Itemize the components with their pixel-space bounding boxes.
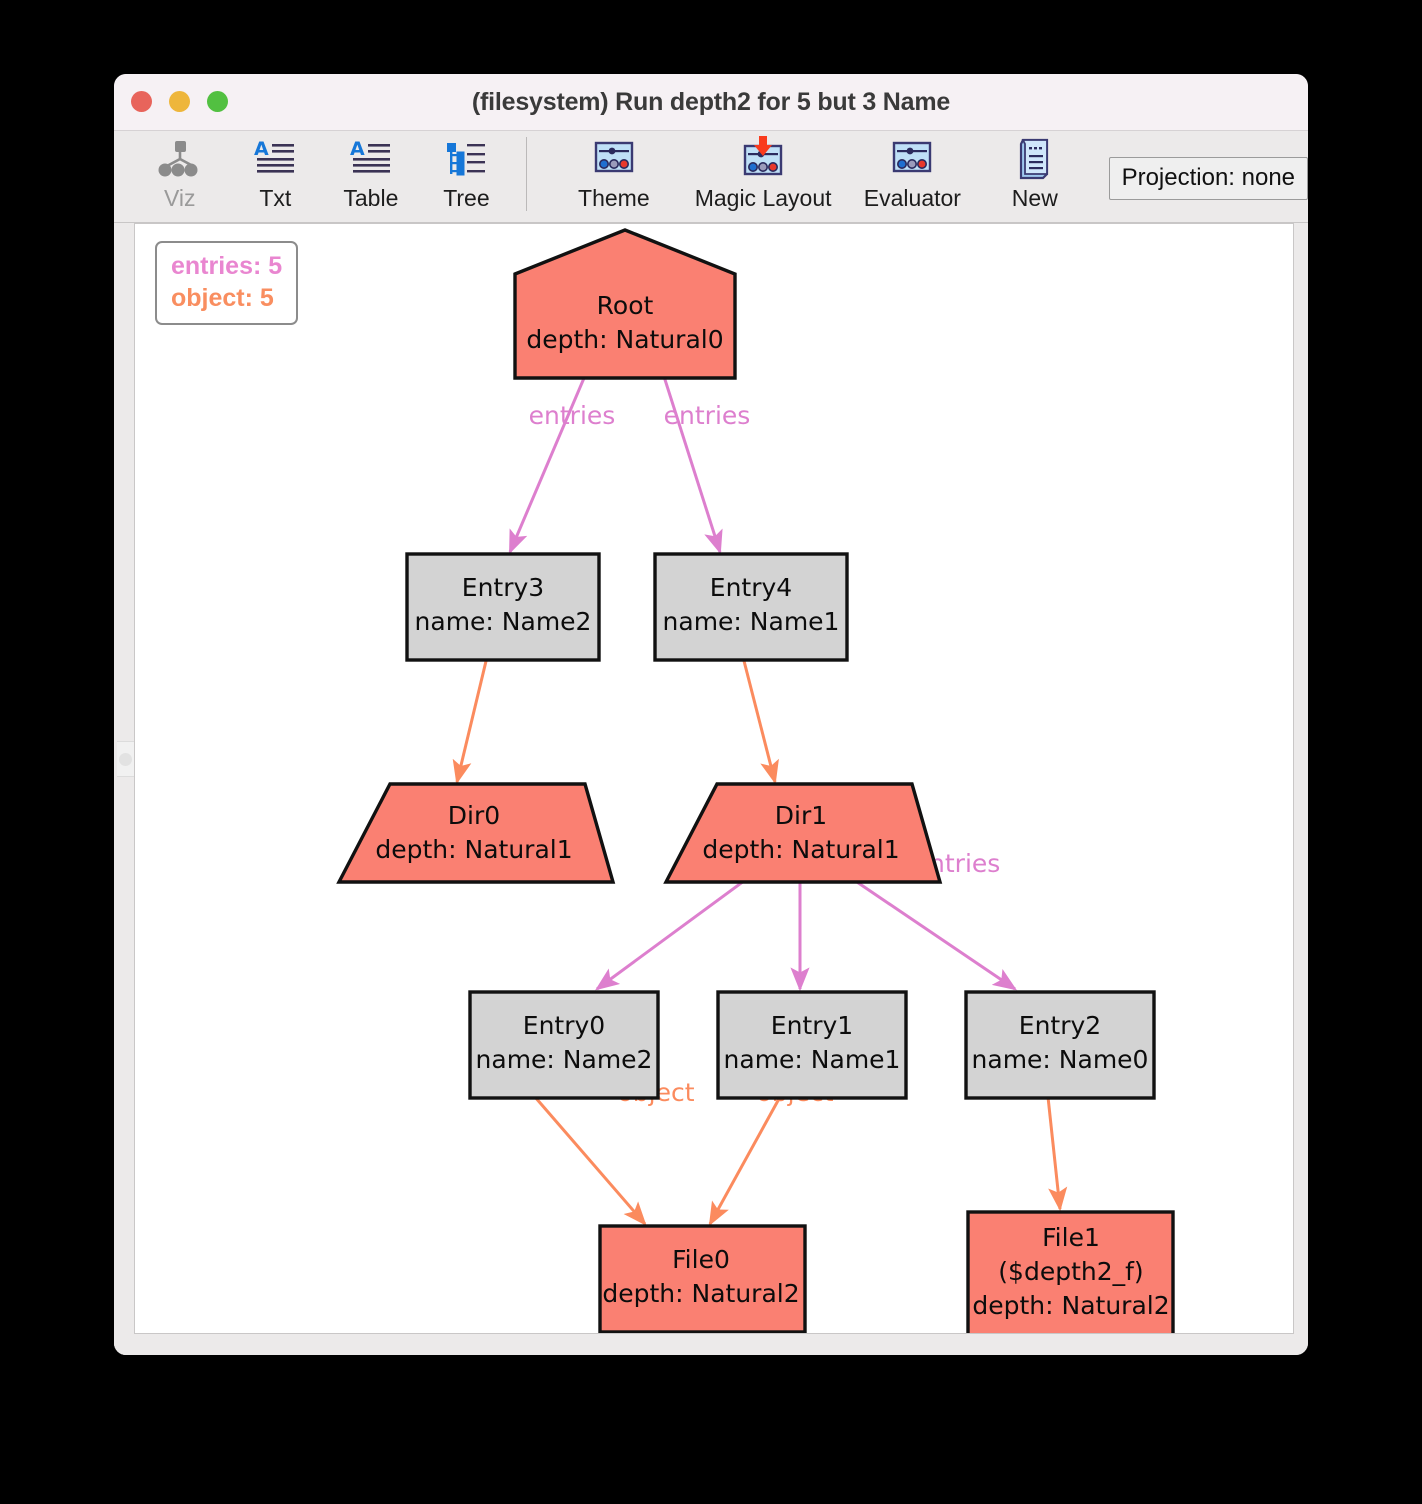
toolbar-label-new: New xyxy=(1011,185,1058,211)
toolbar-button-new[interactable]: New xyxy=(987,135,1083,212)
entry0-node-line-0: Entry0 xyxy=(523,1011,605,1040)
graph-node-file0[interactable]: File0 depth: Natural2 xyxy=(598,1224,807,1333)
svg-text:A: A xyxy=(254,139,269,160)
entry4-node-line-0: Entry4 xyxy=(710,573,792,602)
application-window: (filesystem) Run depth2 for 5 but 3 Name… xyxy=(114,74,1308,1355)
dir0-node-shape xyxy=(336,782,616,884)
edge-entry0-file0[interactable] xyxy=(533,1096,647,1226)
tree-icon xyxy=(444,135,488,183)
edge-label-root-entry4: entries xyxy=(664,401,751,430)
file0-node-line-1: depth: Natural2 xyxy=(602,1279,799,1308)
projection-selector[interactable]: Projection: none xyxy=(1108,157,1308,200)
edge-root-entry4[interactable] xyxy=(658,363,723,555)
magic-layout-icon xyxy=(739,135,787,183)
edge-dir1-entry2[interactable] xyxy=(850,876,1017,991)
toolbar-button-magic-layout[interactable]: Magic Layout xyxy=(688,135,837,212)
graph-node-file1[interactable]: File1 ($depth2_f) depth: Natural2 xyxy=(966,1210,1175,1334)
screen: (filesystem) Run depth2 for 5 but 3 Name… xyxy=(0,0,1422,1504)
entry2-node-line-1: name: Name0 xyxy=(972,1045,1149,1074)
toolbar-label-tree: Tree xyxy=(443,185,490,211)
toolbar-button-txt[interactable]: A Txt xyxy=(228,135,324,212)
graph-svg: entries entries object object entries en… xyxy=(336,228,1175,1334)
toolbar-label-table: Table xyxy=(343,185,399,211)
toolbar-button-evaluator[interactable]: Evaluator xyxy=(838,135,987,212)
split-pane-rail xyxy=(114,223,134,1355)
file1-node-line-2: depth: Natural2 xyxy=(972,1291,1169,1320)
file0-node-line-0: File0 xyxy=(672,1245,730,1274)
dir1-node-line-1: depth: Natural1 xyxy=(702,835,899,864)
table-icon: A xyxy=(349,135,393,183)
file1-node-line-0: File1 xyxy=(1042,1223,1100,1252)
edge-entry1-file0[interactable] xyxy=(708,1096,782,1227)
toolbar-separator xyxy=(526,137,528,211)
graph-node-entry4[interactable]: Entry4 name: Name1 xyxy=(653,552,849,662)
graph-node-entry1[interactable]: Entry1 name: Name1 xyxy=(716,990,908,1100)
dir1-node-line-0: Dir1 xyxy=(775,801,827,830)
toolbar-label-theme: Theme xyxy=(578,185,650,211)
graph-node-dir1[interactable]: Dir1 depth: Natural1 xyxy=(663,782,943,884)
root-node-line-1: depth: Natural0 xyxy=(526,325,723,354)
evaluator-icon xyxy=(888,135,936,183)
graph-node-dir0[interactable]: Dir0 depth: Natural1 xyxy=(336,782,616,884)
graph-node-entry2[interactable]: Entry2 name: Name0 xyxy=(964,990,1156,1100)
edge-entry3-dir0[interactable] xyxy=(452,656,489,785)
edge-label-root-entry3: entries xyxy=(529,401,616,430)
new-document-icon xyxy=(1013,135,1057,183)
graph-node-entry0[interactable]: Entry0 name: Name2 xyxy=(468,990,660,1100)
toolbar-button-theme[interactable]: Theme xyxy=(539,135,688,212)
entry1-node-line-0: Entry1 xyxy=(771,1011,853,1040)
window-title: (filesystem) Run depth2 for 5 but 3 Name xyxy=(471,88,951,116)
split-pane-handle-dot xyxy=(119,752,132,766)
theme-icon xyxy=(590,135,638,183)
content-area: entries: 5 object: 5 entries entries ent… xyxy=(114,223,1308,1355)
entry2-node-line-0: Entry2 xyxy=(1019,1011,1101,1040)
viz-icon xyxy=(158,135,202,183)
toolbar-label-magic-layout: Magic Layout xyxy=(694,185,832,211)
title-bar: (filesystem) Run depth2 for 5 but 3 Name xyxy=(114,74,1308,131)
edge-dir1-entry0[interactable] xyxy=(595,876,749,991)
toolbar-label-viz: Viz xyxy=(164,185,196,211)
toolbar-button-tree[interactable]: Tree xyxy=(419,135,515,212)
text-icon: A xyxy=(253,135,297,183)
toolbar: Viz A Txt A Table Tree Theme Magic Layou… xyxy=(114,131,1308,223)
toolbar-button-table[interactable]: A Table xyxy=(323,135,419,212)
edge-root-entry3[interactable] xyxy=(508,363,592,555)
dir1-node-shape xyxy=(663,782,943,884)
split-pane-handle[interactable] xyxy=(117,741,134,777)
toolbar-label-txt: Txt xyxy=(259,185,292,211)
graph-canvas[interactable]: entries: 5 object: 5 entries entries ent… xyxy=(134,223,1294,1334)
entry4-node-line-1: name: Name1 xyxy=(663,607,840,636)
toolbar-label-evaluator: Evaluator xyxy=(863,185,961,211)
graph-node-entry3[interactable]: Entry3 name: Name2 xyxy=(405,552,601,662)
dir0-node-line-0: Dir0 xyxy=(448,801,500,830)
dir0-node-line-1: depth: Natural1 xyxy=(375,835,572,864)
edge-entry4-dir1[interactable] xyxy=(741,656,779,785)
entry3-node-line-0: Entry3 xyxy=(462,573,544,602)
svg-text:A: A xyxy=(350,139,365,160)
file1-node-line-1: ($depth2_f) xyxy=(998,1257,1143,1286)
edge-entry2-file1[interactable] xyxy=(1046,1096,1068,1212)
entry0-node-line-1: name: Name2 xyxy=(476,1045,653,1074)
graph-node-root[interactable]: Root depth: Natural0 xyxy=(513,228,737,380)
entry3-node-line-1: name: Name2 xyxy=(415,607,592,636)
root-node-line-0: Root xyxy=(597,291,654,320)
entry1-node-line-1: name: Name1 xyxy=(724,1045,901,1074)
toolbar-button-viz[interactable]: Viz xyxy=(132,135,228,212)
